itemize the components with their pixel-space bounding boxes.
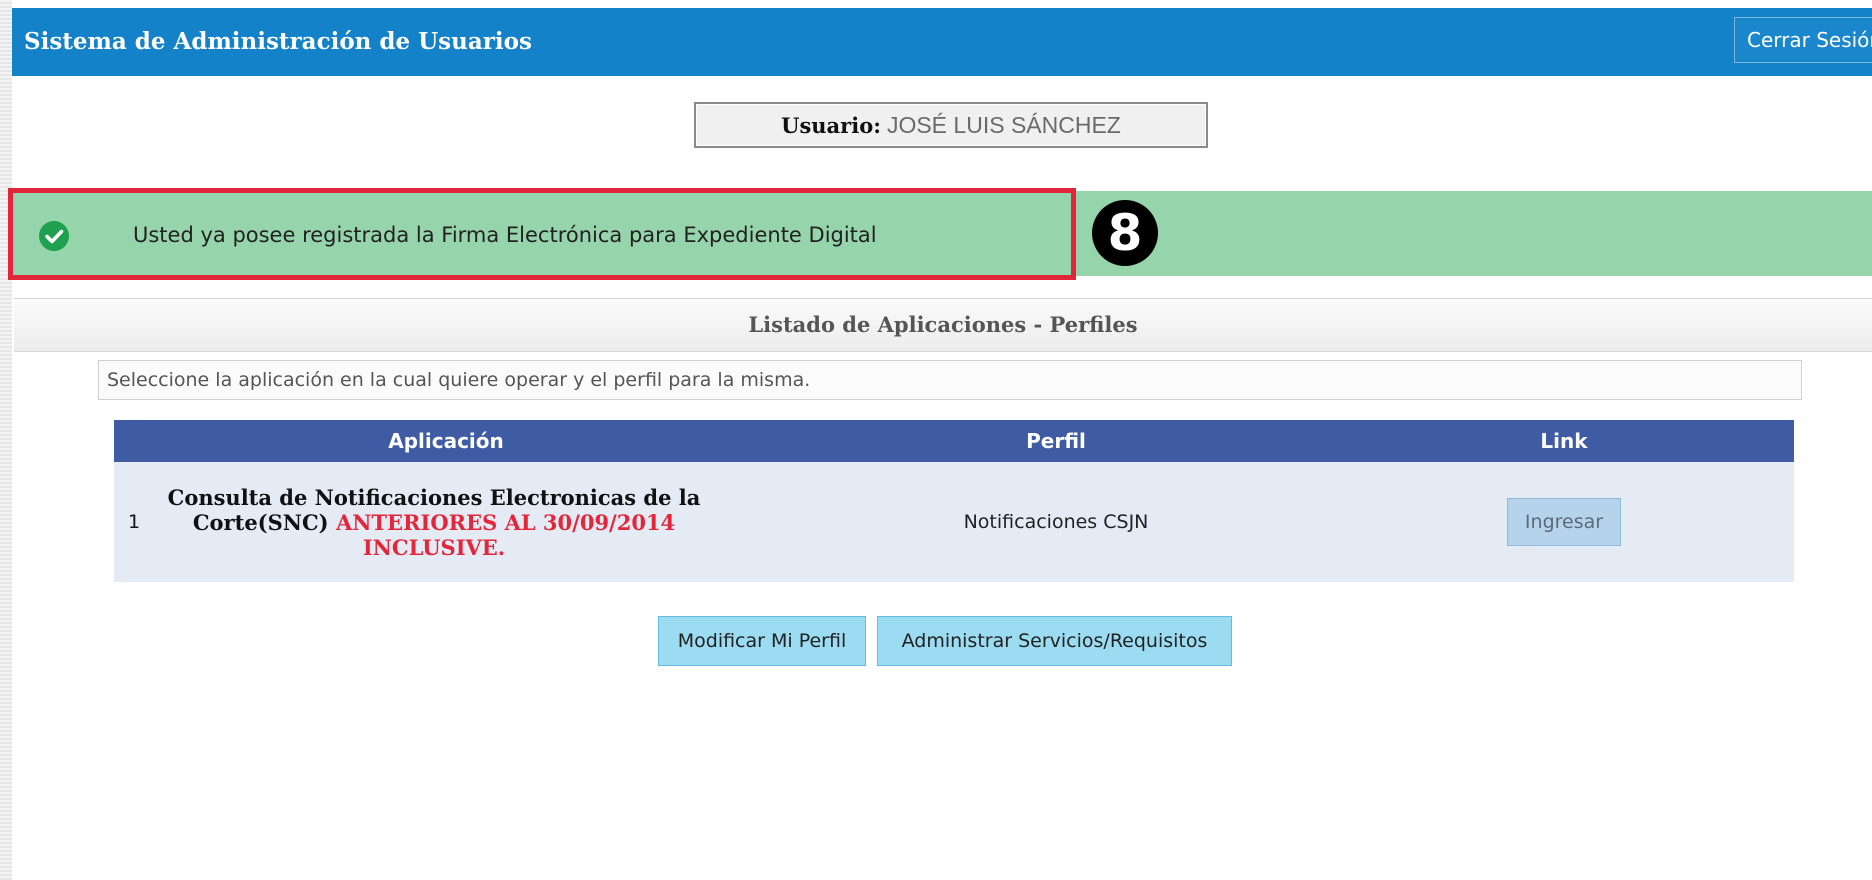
- enter-button[interactable]: Ingresar: [1507, 498, 1621, 546]
- instructions-text: Seleccione la aplicación en la cual quie…: [98, 360, 1802, 400]
- logout-button[interactable]: Cerrar Sesión: [1734, 17, 1872, 63]
- link-cell: Ingresar: [1334, 462, 1794, 582]
- table-header-row: Aplicación Perfil Link: [114, 420, 1794, 462]
- column-header-profile: Perfil: [778, 420, 1334, 462]
- app-title: Sistema de Administración de Usuarios: [24, 28, 532, 55]
- application-cell: 1 Consulta de Notificaciones Electronicas…: [114, 462, 778, 582]
- application-date-note: ANTERIORES AL 30/09/2014 INCLUSIVE.: [335, 509, 676, 560]
- success-message-text: Usted ya posee registrada la Firma Elect…: [133, 223, 877, 247]
- section-title: Listado de Aplicaciones - Perfiles: [14, 298, 1872, 352]
- user-name: JOSÉ LUIS SÁNCHEZ: [886, 112, 1121, 138]
- left-edge-strip: [0, 0, 12, 880]
- application-description: Consulta de Notificaciones Electronicas …: [154, 485, 714, 560]
- edit-profile-button[interactable]: Modificar Mi Perfil: [658, 616, 866, 666]
- manage-services-button[interactable]: Administrar Servicios/Requisitos: [877, 616, 1232, 666]
- column-header-link: Link: [1334, 420, 1794, 462]
- row-number: 1: [127, 511, 141, 533]
- profile-cell: Notificaciones CSJN: [778, 462, 1334, 582]
- check-circle-icon: [39, 221, 69, 251]
- column-header-application: Aplicación: [114, 420, 778, 462]
- top-header-bar: Sistema de Administración de Usuarios Ce…: [12, 8, 1872, 76]
- step-number-marker: 8: [1092, 200, 1158, 266]
- table-row: 1 Consulta de Notificaciones Electronicas…: [114, 462, 1794, 582]
- user-label: Usuario:: [781, 113, 881, 138]
- success-message-highlight: Usted ya posee registrada la Firma Elect…: [8, 188, 1076, 280]
- applications-table: Aplicación Perfil Link 1 Consulta de Noti…: [114, 420, 1794, 582]
- success-message-band: [1072, 191, 1872, 276]
- user-info-box: Usuario: JOSÉ LUIS SÁNCHEZ: [694, 102, 1208, 148]
